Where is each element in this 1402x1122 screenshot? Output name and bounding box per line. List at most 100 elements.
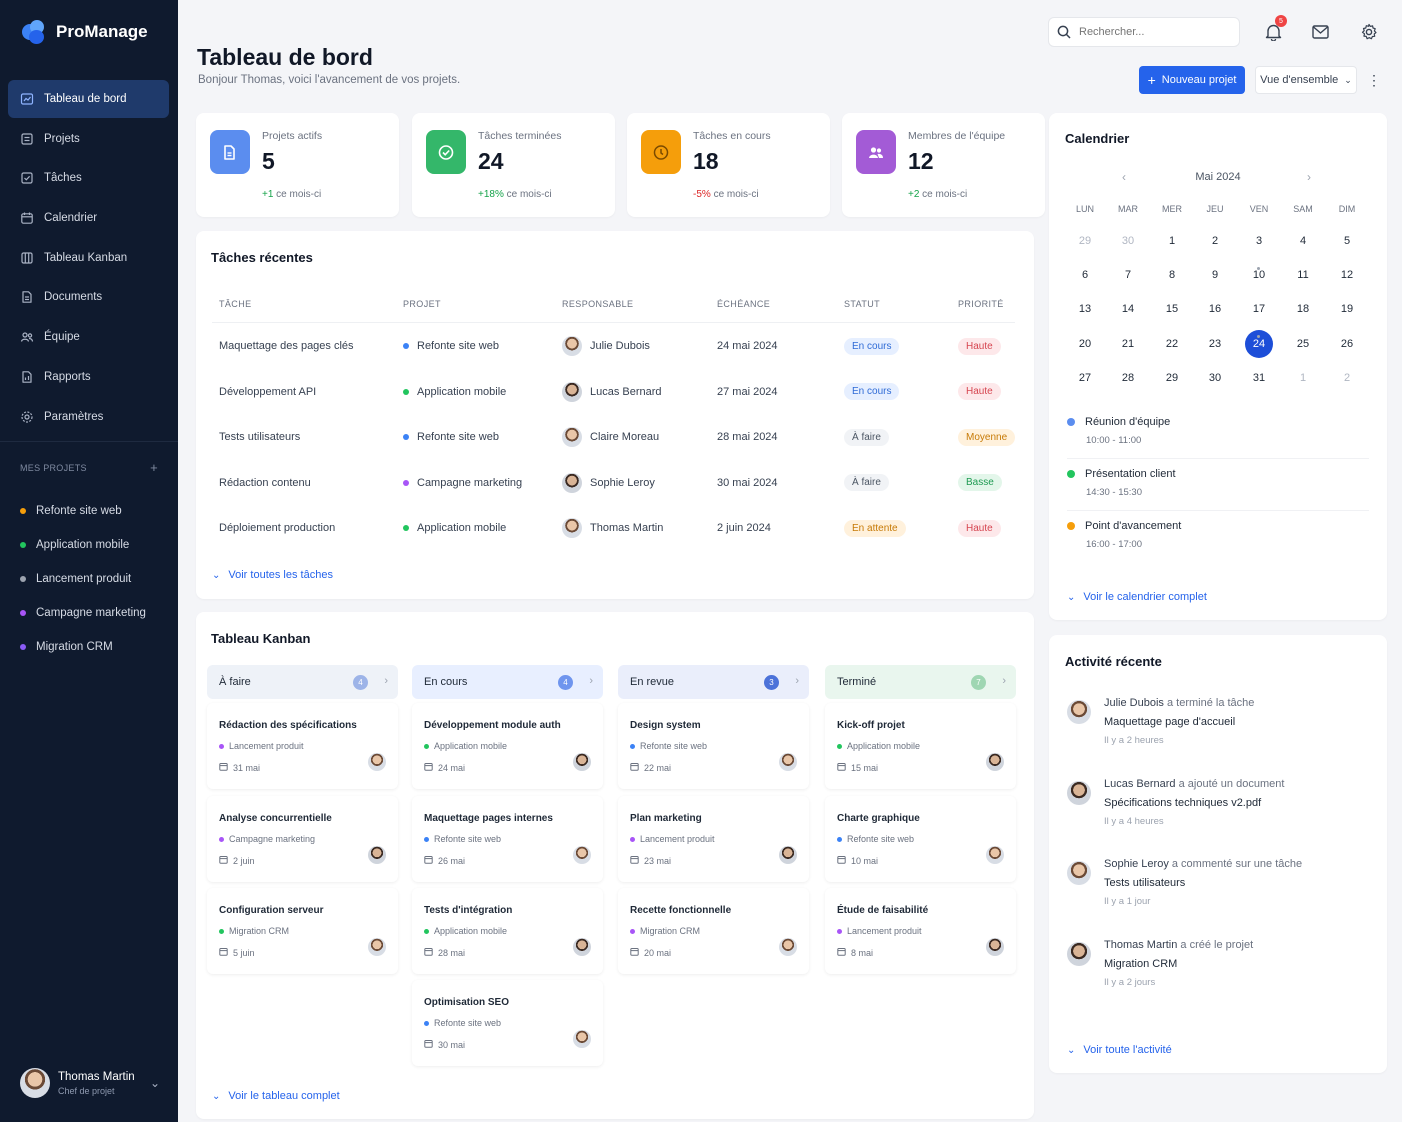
kanban-card[interactable]: Tests d'intégration Application mobile 28 … xyxy=(412,888,603,974)
status-badge: En attente xyxy=(844,519,906,537)
calendar-day[interactable]: 16 xyxy=(1193,295,1237,323)
nav-item-gear[interactable]: Paramètres xyxy=(8,398,169,436)
nav-item-dashboard[interactable]: Tableau de bord xyxy=(8,80,169,118)
view-all-activity-link[interactable]: ⌄ Voir toute l'activité xyxy=(1067,1044,1172,1056)
calendar-day[interactable]: 18 xyxy=(1281,295,1325,323)
calendar-day[interactable]: 11 xyxy=(1281,261,1325,289)
add-project-icon[interactable]: + xyxy=(150,460,158,475)
table-row[interactable]: Développement API Application mobile Lucas… xyxy=(196,369,1034,415)
activity-item[interactable]: Sophie Leroy a commenté sur une tâche Tes… xyxy=(1067,858,1377,910)
kanban-card[interactable]: Maquettage pages internes Refonte site we… xyxy=(412,796,603,882)
chevron-right-icon[interactable]: › xyxy=(589,675,593,687)
next-month-icon[interactable]: › xyxy=(1307,170,1311,184)
calendar-event[interactable]: Réunion d'équipe 10:00 - 11:00 xyxy=(1067,416,1369,446)
user-profile[interactable]: Thomas Martin Chef de projet ⌄ xyxy=(20,1068,160,1098)
project-item[interactable]: Refonte site web xyxy=(20,494,146,528)
project-item[interactable]: Application mobile xyxy=(20,528,146,562)
calendar-day[interactable]: 9 xyxy=(1193,261,1237,289)
nav-item-folder[interactable]: Projets xyxy=(8,120,169,158)
kanban-card[interactable]: Analyse concurrentielle Campagne marketin… xyxy=(207,796,398,882)
kanban-card[interactable]: Recette fonctionnelle Migration CRM 20 mai xyxy=(618,888,809,974)
kanban-card[interactable]: Configuration serveur Migration CRM 5 juin xyxy=(207,888,398,974)
calendar-day[interactable]: 19 xyxy=(1325,295,1369,323)
calendar-event[interactable]: Point d'avancement 16:00 - 17:00 xyxy=(1067,520,1369,550)
calendar-day[interactable]: 2 xyxy=(1325,364,1369,392)
table-row[interactable]: Maquettage des pages clés Refonte site we… xyxy=(196,323,1034,369)
calendar-day[interactable]: 27 xyxy=(1063,364,1107,392)
plus-icon: + xyxy=(1147,72,1156,88)
project-item[interactable]: Migration CRM xyxy=(20,630,146,664)
calendar-day[interactable]: 25 xyxy=(1281,330,1325,358)
calendar-day[interactable]: 2 xyxy=(1193,227,1237,255)
settings-button[interactable] xyxy=(1358,21,1380,43)
calendar-day[interactable]: 4 xyxy=(1281,227,1325,255)
chevron-right-icon[interactable]: › xyxy=(1002,675,1006,687)
calendar-day[interactable]: 6 xyxy=(1063,261,1107,289)
calendar-day[interactable]: 1 xyxy=(1281,364,1325,392)
more-options-icon[interactable]: ⋮ xyxy=(1367,70,1381,90)
kanban-card[interactable]: Rédaction des spécifications Lancement pr… xyxy=(207,703,398,789)
calendar-event[interactable]: Présentation client 14:30 - 15:30 xyxy=(1067,468,1369,498)
kanban-card[interactable]: Plan marketing Lancement produit 23 mai xyxy=(618,796,809,882)
table-row[interactable]: Déploiement production Application mobile… xyxy=(196,505,1034,551)
chevron-right-icon[interactable]: › xyxy=(795,675,799,687)
calendar-day[interactable]: 30 xyxy=(1106,227,1150,255)
activity-item[interactable]: Lucas Bernard a ajouté un document Spécif… xyxy=(1067,778,1377,830)
messages-button[interactable] xyxy=(1309,21,1331,43)
project-item[interactable]: Lancement produit xyxy=(20,562,146,596)
kanban-column-header[interactable]: En cours 4 › xyxy=(412,665,603,699)
calendar-day[interactable]: 23 xyxy=(1193,330,1237,358)
kanban-card[interactable]: Optimisation SEO Refonte site web 30 mai xyxy=(412,980,603,1066)
calendar-day[interactable]: 26 xyxy=(1325,330,1369,358)
project-item[interactable]: Campagne marketing xyxy=(20,596,146,630)
chevron-down-icon[interactable]: ⌄ xyxy=(150,1076,160,1090)
calendar-day[interactable]: 29 xyxy=(1150,364,1194,392)
new-project-button[interactable]: + Nouveau projet xyxy=(1139,66,1245,94)
kanban-card[interactable]: Étude de faisabilité Lancement produit 8 m… xyxy=(825,888,1016,974)
search-box[interactable] xyxy=(1048,17,1240,47)
calendar-day[interactable]: 22 xyxy=(1150,330,1194,358)
calendar-day[interactable]: 7 xyxy=(1106,261,1150,289)
calendar-day[interactable]: 21 xyxy=(1106,330,1150,358)
nav-item-kanban[interactable]: Tableau Kanban xyxy=(8,239,169,277)
nav-item-calendar[interactable]: Calendrier xyxy=(8,199,169,237)
kanban-card[interactable]: Développement module auth Application mob… xyxy=(412,703,603,789)
kanban-card[interactable]: Charte graphique Refonte site web 10 mai xyxy=(825,796,1016,882)
view-select[interactable]: Vue d'ensemble ⌄ xyxy=(1255,66,1357,94)
activity-item[interactable]: Julie Dubois a terminé la tâche Maquettag… xyxy=(1067,697,1377,749)
calendar-day[interactable]: 3 xyxy=(1237,227,1281,255)
chevron-right-icon[interactable]: › xyxy=(384,675,388,687)
calendar-day[interactable]: 17 xyxy=(1237,295,1281,323)
calendar-day[interactable]: 29 xyxy=(1063,227,1107,255)
kanban-card[interactable]: Kick-off projet Application mobile 15 mai xyxy=(825,703,1016,789)
search-input[interactable] xyxy=(1079,26,1229,38)
calendar-day[interactable]: 1 xyxy=(1150,227,1194,255)
calendar-day[interactable]: 10 xyxy=(1237,261,1281,289)
calendar-day[interactable]: 30 xyxy=(1193,364,1237,392)
view-full-board-link[interactable]: ⌄ Voir le tableau complet xyxy=(212,1090,340,1102)
nav-item-checklist[interactable]: Tâches xyxy=(8,159,169,197)
calendar-day[interactable]: 12 xyxy=(1325,261,1369,289)
brand[interactable]: ProManage xyxy=(20,18,148,46)
kanban-column-header[interactable]: Terminé 7 › xyxy=(825,665,1016,699)
activity-item[interactable]: Thomas Martin a créé le projet Migration … xyxy=(1067,939,1377,991)
calendar-day[interactable]: 20 xyxy=(1063,330,1107,358)
table-row[interactable]: Tests utilisateurs Refonte site web Claire… xyxy=(196,414,1034,460)
calendar-day[interactable]: 31 xyxy=(1237,364,1281,392)
calendar-day[interactable]: 14 xyxy=(1106,295,1150,323)
notifications-button[interactable]: 5 xyxy=(1262,15,1287,43)
view-full-calendar-link[interactable]: ⌄ Voir le calendrier complet xyxy=(1067,591,1207,603)
nav-item-report[interactable]: Rapports xyxy=(8,358,169,396)
nav-item-document[interactable]: Documents xyxy=(8,278,169,316)
calendar-day[interactable]: 13 xyxy=(1063,295,1107,323)
calendar-day[interactable]: 28 xyxy=(1106,364,1150,392)
table-row[interactable]: Rédaction contenu Campagne marketing Sophi… xyxy=(196,460,1034,506)
calendar-day[interactable]: 8 xyxy=(1150,261,1194,289)
calendar-day[interactable]: 5 xyxy=(1325,227,1369,255)
kanban-column-header[interactable]: En revue 3 › xyxy=(618,665,809,699)
view-all-tasks-link[interactable]: ⌄ Voir toutes les tâches xyxy=(212,569,333,581)
calendar-day[interactable]: 15 xyxy=(1150,295,1194,323)
nav-item-team[interactable]: Équipe xyxy=(8,318,169,356)
kanban-card[interactable]: Design system Refonte site web 22 mai xyxy=(618,703,809,789)
kanban-column-header[interactable]: À faire 4 › xyxy=(207,665,398,699)
